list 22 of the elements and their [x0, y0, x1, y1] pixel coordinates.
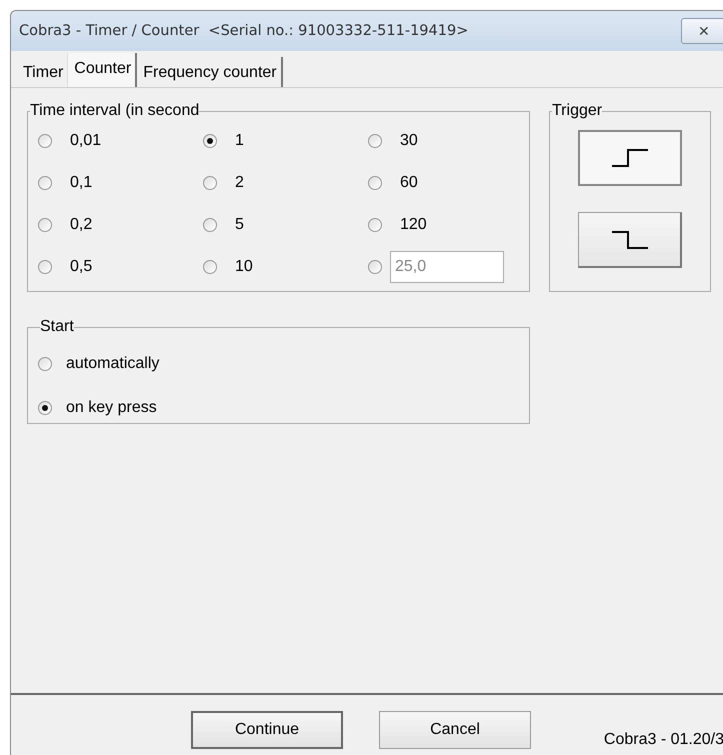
option-label: 0,01 [70, 132, 102, 150]
option-label: automatically [66, 355, 160, 373]
option-label: 1 [235, 132, 244, 150]
dialog-button[interactable]: Cancel [379, 711, 531, 749]
close-button[interactable]: ✕ [681, 18, 723, 44]
option-label: 2 [235, 174, 244, 192]
option-label: on key press [66, 399, 157, 417]
group-title: Time interval (in second [30, 102, 200, 120]
option-label: 5 [235, 216, 244, 234]
option-label: 0,1 [70, 174, 92, 192]
dialog-button[interactable]: Continue [191, 711, 343, 749]
window-title: Cobra3 - Timer / Counter <Serial no.: 91003332-511-19419> [19, 23, 470, 39]
group-title: Start [40, 318, 74, 336]
option-label: 30 [400, 132, 418, 150]
option-label: 0,5 [70, 258, 92, 276]
option-label: 10 [235, 258, 253, 276]
option-label: 120 [400, 216, 427, 234]
group-title: Trigger [552, 102, 602, 120]
tab[interactable]: Counter [67, 53, 138, 87]
option-label: 0,2 [70, 216, 92, 234]
version-label: Cobra3 - 01.20/3 [604, 731, 723, 749]
option-label: 60 [400, 174, 418, 192]
